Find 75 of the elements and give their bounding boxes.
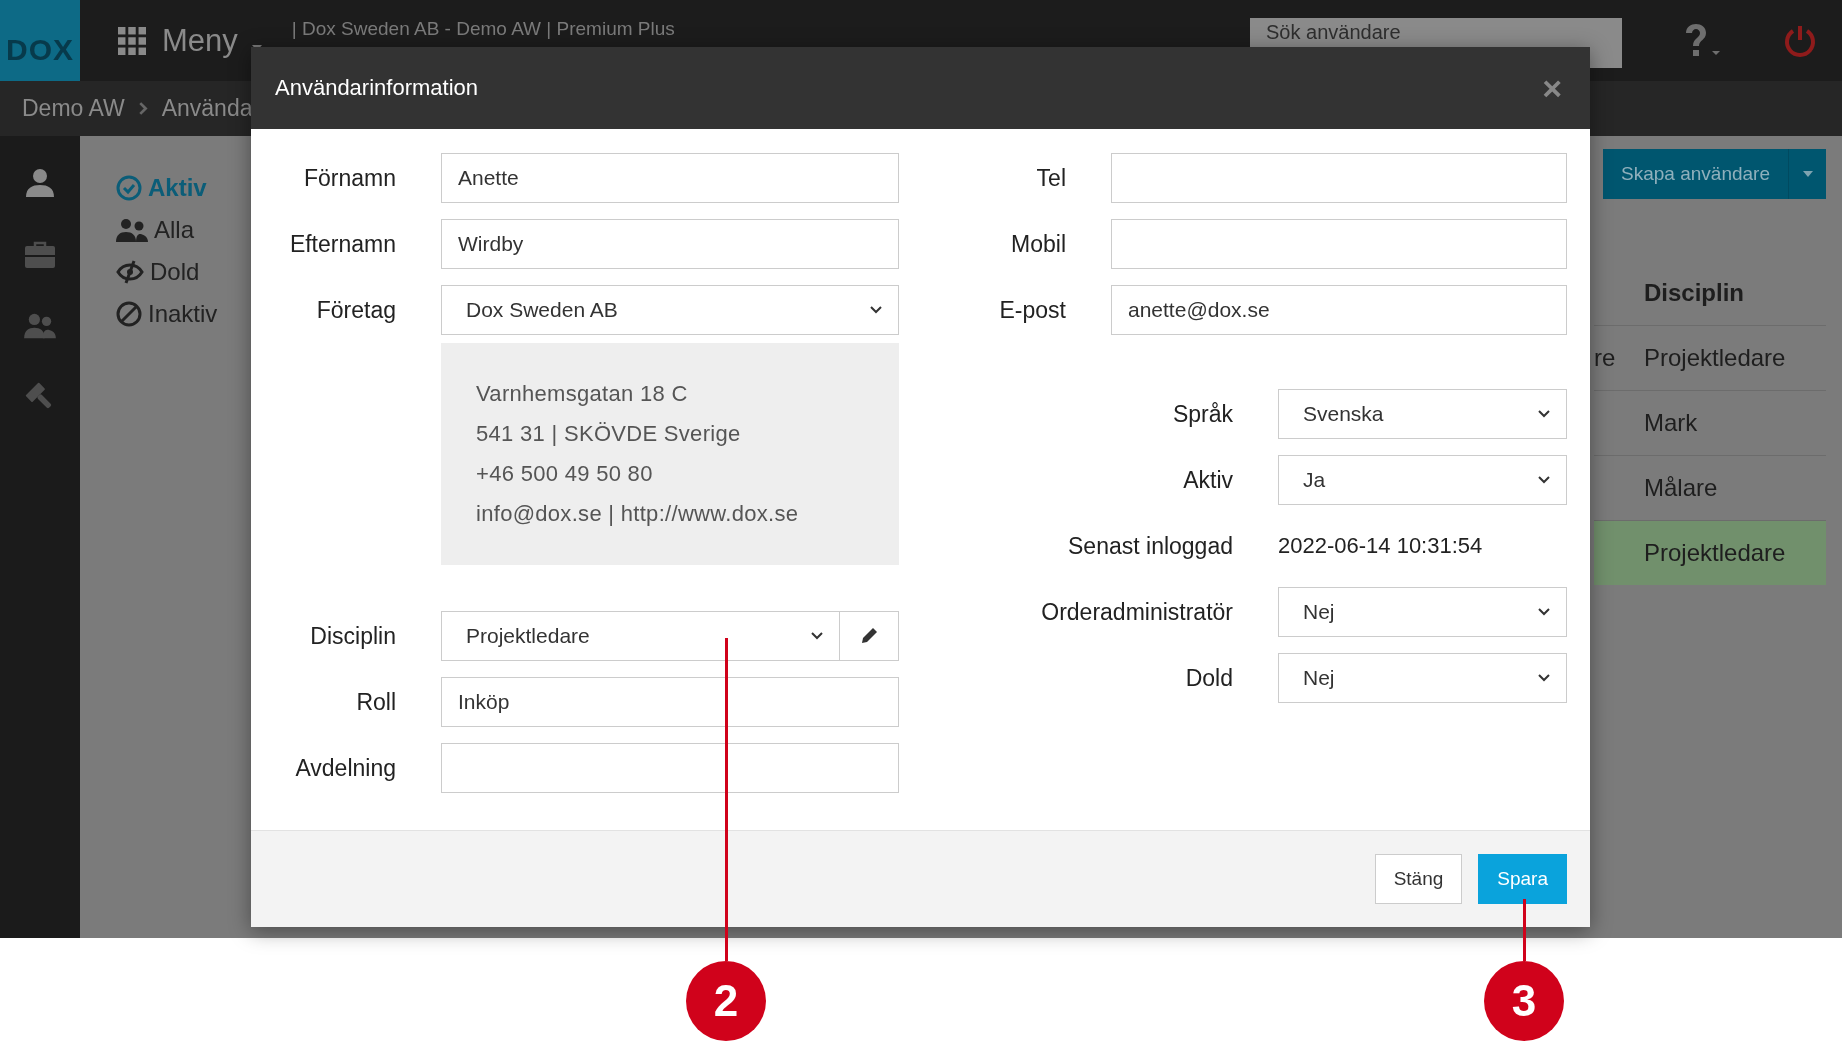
check-circle-icon <box>116 175 142 201</box>
table-cell: Mark <box>1644 409 1698 437</box>
table-cell: Målare <box>1644 474 1718 502</box>
text-field[interactable]: Wirdby <box>441 219 899 269</box>
chevron-down-icon <box>870 306 882 314</box>
text-field[interactable]: Inköp <box>441 677 899 727</box>
caret-icon <box>1802 171 1813 177</box>
dropdown-field[interactable]: Nej <box>1278 653 1567 703</box>
breadcrumb-link[interactable]: Använda <box>161 95 253 122</box>
field-label: Roll <box>355 688 396 716</box>
menu-link[interactable]: Meny <box>162 22 238 59</box>
context-text: | Dox Sweden AB - Demo AW | Premium Plus <box>291 18 675 40</box>
callout-number: 3 <box>1484 961 1564 1041</box>
table-row[interactable]: Mark <box>1594 390 1826 455</box>
chevron-icon <box>138 102 148 115</box>
grid-menu-icon[interactable] <box>118 26 146 55</box>
dropdown-field[interactable]: Svenska <box>1278 389 1567 439</box>
field-label: Mobil <box>1010 230 1066 258</box>
chevron-down-icon <box>1538 410 1550 418</box>
text-field[interactable] <box>441 743 899 793</box>
callout-number: 2 <box>686 961 766 1041</box>
table-row[interactable]: re Projektledare <box>1594 325 1826 390</box>
address-line: +46 500 49 50 80 <box>476 461 654 487</box>
dropdown-field[interactable]: Projektledare <box>441 611 840 661</box>
create-user-button[interactable]: Skapa användare <box>1603 149 1788 199</box>
field-label: Avdelning <box>294 754 396 782</box>
filter-item[interactable]: Inaktiv <box>116 300 290 328</box>
ban-icon <box>116 301 142 327</box>
dropdown-field[interactable]: Dox Sweden AB <box>441 285 899 335</box>
pencil-icon <box>859 626 879 646</box>
text-field[interactable] <box>1111 153 1567 203</box>
field-label: Förnamn <box>302 164 396 192</box>
save-button[interactable]: Spara <box>1478 854 1567 904</box>
chevron-down-icon <box>1538 674 1550 682</box>
leader-line <box>1522 899 1526 961</box>
chevron-down-icon <box>1538 476 1550 484</box>
filter-item[interactable]: Dold <box>116 258 290 286</box>
dropdown-field[interactable]: Nej <box>1278 587 1567 637</box>
chevron-down-icon <box>1538 608 1550 616</box>
field-label: E-post <box>998 296 1066 324</box>
address-line: info@dox.se | http://www.dox.se <box>476 501 800 527</box>
field-label: Orderadministratör <box>1040 598 1233 626</box>
field-label: Tel <box>1035 164 1066 192</box>
column-header: Disciplin <box>1644 279 1745 307</box>
field-label: Senast inloggad <box>1067 532 1233 560</box>
table-cell: Projektledare <box>1644 539 1786 567</box>
person-icon[interactable] <box>24 166 56 198</box>
dropdown-field[interactable]: Ja <box>1278 455 1567 505</box>
table-cell: Projektledare <box>1644 344 1786 372</box>
chevron-down-icon <box>811 632 823 640</box>
users-icon <box>116 218 148 242</box>
users-icon[interactable] <box>24 312 56 340</box>
field-label: Efternamn <box>288 230 396 258</box>
field-label: Aktiv <box>1182 466 1233 494</box>
breadcrumb-link[interactable]: Demo AW <box>22 95 125 122</box>
table-cell: re <box>1594 344 1616 371</box>
filter-item[interactable]: Alla <box>116 216 290 244</box>
text-field[interactable]: Anette <box>441 153 899 203</box>
field-label: Språk <box>1171 400 1233 428</box>
close-button[interactable]: × <box>1538 71 1566 105</box>
last-login-value: 2022-06-14 10:31:54 <box>1278 533 1483 559</box>
address-line: 541 31 | SKÖVDE Sverige <box>476 421 742 447</box>
text-field[interactable]: anette@dox.se <box>1111 285 1567 335</box>
eye-slash-icon <box>116 260 144 284</box>
dialog-title: Användarinformation <box>275 75 478 101</box>
field-label: Dold <box>1184 664 1233 692</box>
field-label: Disciplin <box>309 622 396 650</box>
briefcase-icon[interactable] <box>24 240 56 270</box>
close-dialog-button[interactable]: Stäng <box>1374 854 1463 904</box>
text-field[interactable] <box>1111 219 1567 269</box>
field-label: Företag <box>315 296 396 324</box>
address-line: Varnhemsgatan 18 C <box>476 381 689 407</box>
table-row[interactable]: Projektledare <box>1594 520 1826 585</box>
dropdown-toggle[interactable] <box>1788 149 1826 199</box>
edit-button[interactable] <box>840 611 899 661</box>
